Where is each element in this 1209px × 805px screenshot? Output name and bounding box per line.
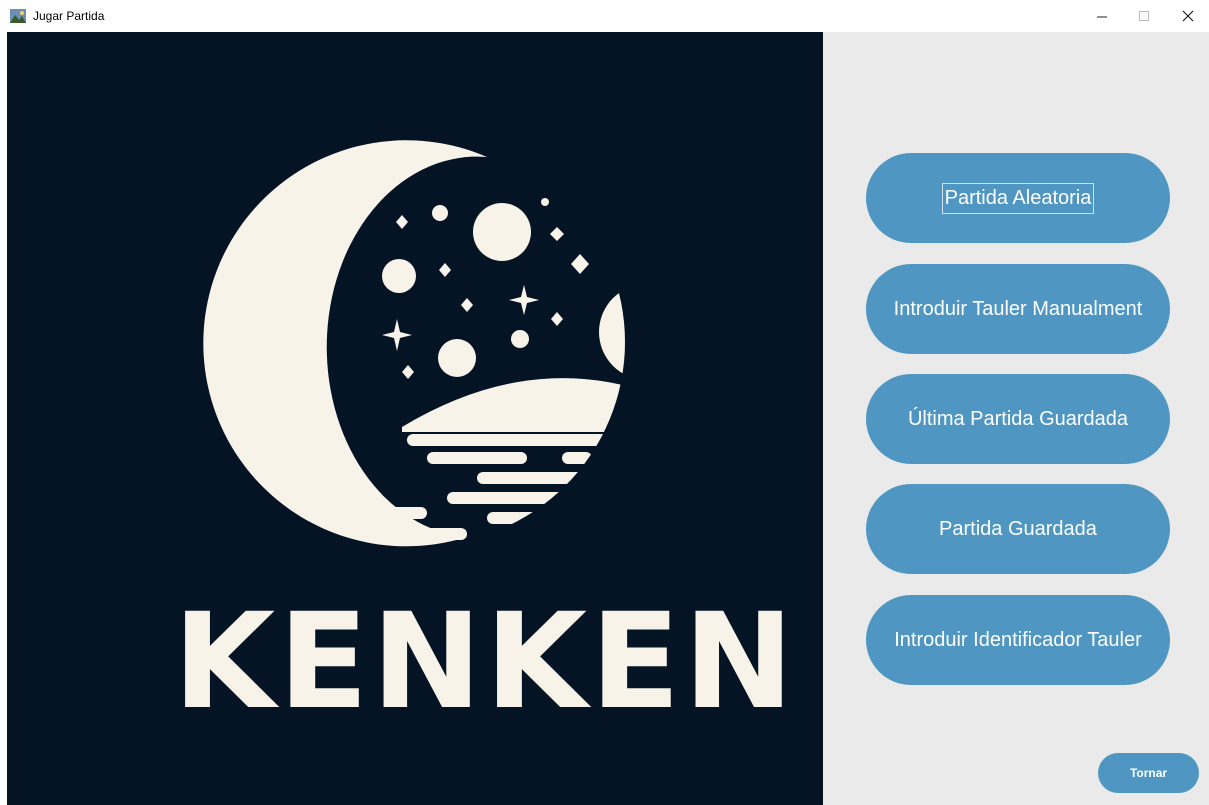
minimize-icon[interactable] (1080, 0, 1124, 32)
board-id-label: Introduir Identificador Tauler (894, 628, 1142, 651)
last-saved-game-button[interactable]: Última Partida Guardada (866, 374, 1170, 464)
back-button[interactable]: Tornar (1098, 753, 1199, 793)
window-title: Jugar Partida (33, 9, 105, 23)
window-titlebar: Jugar Partida (0, 0, 1209, 32)
manual-board-button[interactable]: Introduir Tauler Manualment (866, 264, 1170, 354)
saved-game-button[interactable]: Partida Guardada (866, 484, 1170, 574)
board-id-button[interactable]: Introduir Identificador Tauler (866, 595, 1170, 685)
last-saved-game-label: Última Partida Guardada (907, 407, 1129, 430)
menu-panel: Partida Aleatoria Introduir Tauler Manua… (823, 32, 1209, 805)
kenken-wordmark: KENKEN (173, 585, 797, 739)
saved-game-label: Partida Guardada (939, 517, 1097, 540)
back-button-label: Tornar (1129, 766, 1168, 780)
maximize-icon[interactable] (1122, 0, 1166, 32)
logo-panel: KENKEN (7, 32, 823, 805)
app-icon (10, 9, 26, 23)
random-game-button[interactable]: Partida Aleatoria (866, 153, 1170, 243)
close-icon[interactable] (1166, 0, 1209, 32)
random-game-label: Partida Aleatoria (941, 182, 1095, 214)
manual-board-label: Introduir Tauler Manualment (893, 297, 1143, 320)
